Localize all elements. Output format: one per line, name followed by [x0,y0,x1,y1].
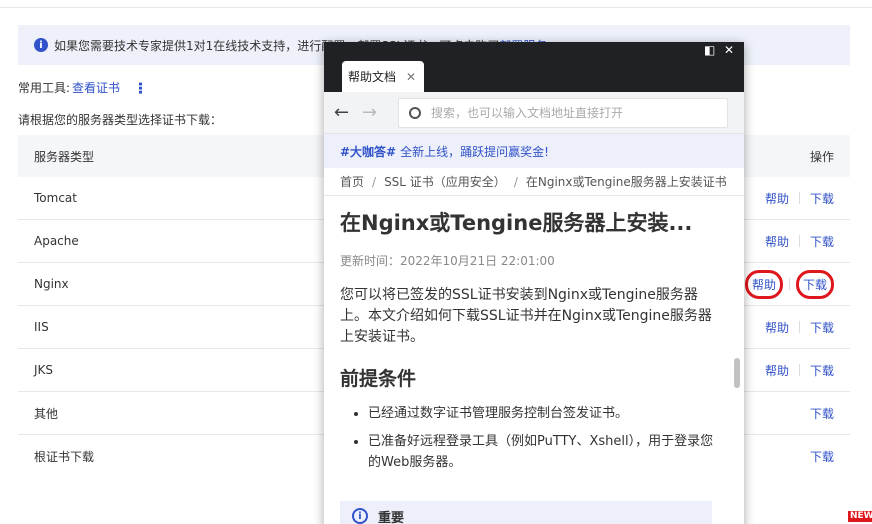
doc-title: 在Nginx或Tengine服务器上安装... [340,211,693,235]
info-icon: i [34,38,48,52]
window-titlebar: ◧ ✕ 帮助文档 ✕ [324,42,744,92]
nav-bar: ← → 搜索，也可以输入文档地址直接打开 [324,92,744,134]
divider [798,192,800,204]
close-tab-icon[interactable]: ✕ [406,70,416,84]
tab-label: 帮助文档 [348,70,397,84]
list-item: 已经通过数字证书管理服务控制台签发证书。 [368,403,714,424]
more-options-icon[interactable]: ··· [131,81,150,93]
download-link[interactable]: 下载 [810,448,834,465]
breadcrumb-separator: / [513,174,518,189]
server-name: 根证书下载 [34,450,95,464]
header-action: 操作 [809,149,834,164]
view-certificate-link[interactable]: 查看证书 [72,79,120,96]
breadcrumb-separator: / [372,174,377,189]
note-label: 重要 [378,510,405,524]
section-heading: 前提条件 [340,368,417,390]
divider [798,235,800,247]
sidebar-toggle-icon[interactable]: ◧ [704,44,715,56]
important-note: i 重要 [340,501,712,524]
help-link[interactable]: 帮助 [765,362,789,379]
tools-label: 常用工具: [18,81,71,95]
tab-help-doc[interactable]: 帮助文档 ✕ [342,61,424,92]
server-name: JKS [34,363,54,377]
scrollbar[interactable] [734,358,740,388]
help-doc-window: ◧ ✕ 帮助文档 ✕ ← → 搜索，也可以输入文档地址直接打开 #大咖答# 全新… [324,42,744,524]
common-tools: 常用工具: 查看证书 ··· [18,79,150,96]
download-link[interactable]: 下载 [810,405,834,422]
download-link[interactable]: 下载 [810,319,834,336]
server-name: Nginx [34,277,69,291]
divider [798,364,800,376]
divider [798,321,800,333]
top-divider [0,0,872,8]
prereq-list: 已经通过数字证书管理服务控制台签发证书。 已准备好远程登录工具（例如PuTTY、… [340,403,714,473]
help-link[interactable]: 帮助 [765,319,789,336]
help-link[interactable]: 帮助 [765,190,789,207]
back-arrow-icon[interactable]: ← [334,102,362,123]
instruction-text: 请根据您的服务器类型选择证书下载： [18,113,223,127]
doc-content: 在Nginx或Tengine服务器上安装... 更新时间：2022年10月21日… [324,196,744,524]
forward-arrow-icon[interactable]: → [362,102,390,123]
server-name: 其他 [34,406,59,421]
server-name: Tomcat [34,191,77,205]
help-link[interactable]: 帮助 [765,233,789,250]
header-server-type: 服务器类型 [34,149,95,164]
new-badge: NEW [848,511,872,522]
search-icon [409,106,421,119]
promo-text: 全新上线，踊跃提问赢奖金! [400,144,549,159]
breadcrumb-current: 在Nginx或Tengine服务器上安装证书 [525,175,727,189]
divider [788,278,790,290]
info-circle-icon: i [352,508,368,524]
update-time: 更新时间：2022年10月21日 22:01:00 [340,254,555,268]
close-window-icon[interactable]: ✕ [724,44,734,56]
doc-intro: 您可以将已签发的SSL证书安装到Nginx或Tengine服务器上。本文介绍如何… [340,287,712,345]
promo-tag: #大咖答# [340,144,397,159]
list-item: 已准备好远程登录工具（例如PuTTY、Xshell），用于登录您的Web服务器。 [368,431,714,473]
breadcrumb-ssl[interactable]: SSL 证书（应用安全） [384,173,506,190]
download-link[interactable]: 下载 [810,362,834,379]
breadcrumb-home[interactable]: 首页 [340,173,364,190]
promo-banner[interactable]: #大咖答# 全新上线，踊跃提问赢奖金! [324,134,744,168]
server-name: IIS [34,320,49,334]
help-link[interactable]: 帮助 [744,269,783,299]
download-link[interactable]: 下载 [795,269,834,299]
download-link[interactable]: 下载 [810,233,834,250]
search-input[interactable]: 搜索，也可以输入文档地址直接打开 [398,97,728,128]
server-name: Apache [34,234,79,248]
search-placeholder: 搜索，也可以输入文档地址直接打开 [431,106,624,120]
download-link[interactable]: 下载 [810,190,834,207]
breadcrumb: 首页 / SSL 证书（应用安全） / 在Nginx或Tengine服务器上安装… [324,168,744,196]
